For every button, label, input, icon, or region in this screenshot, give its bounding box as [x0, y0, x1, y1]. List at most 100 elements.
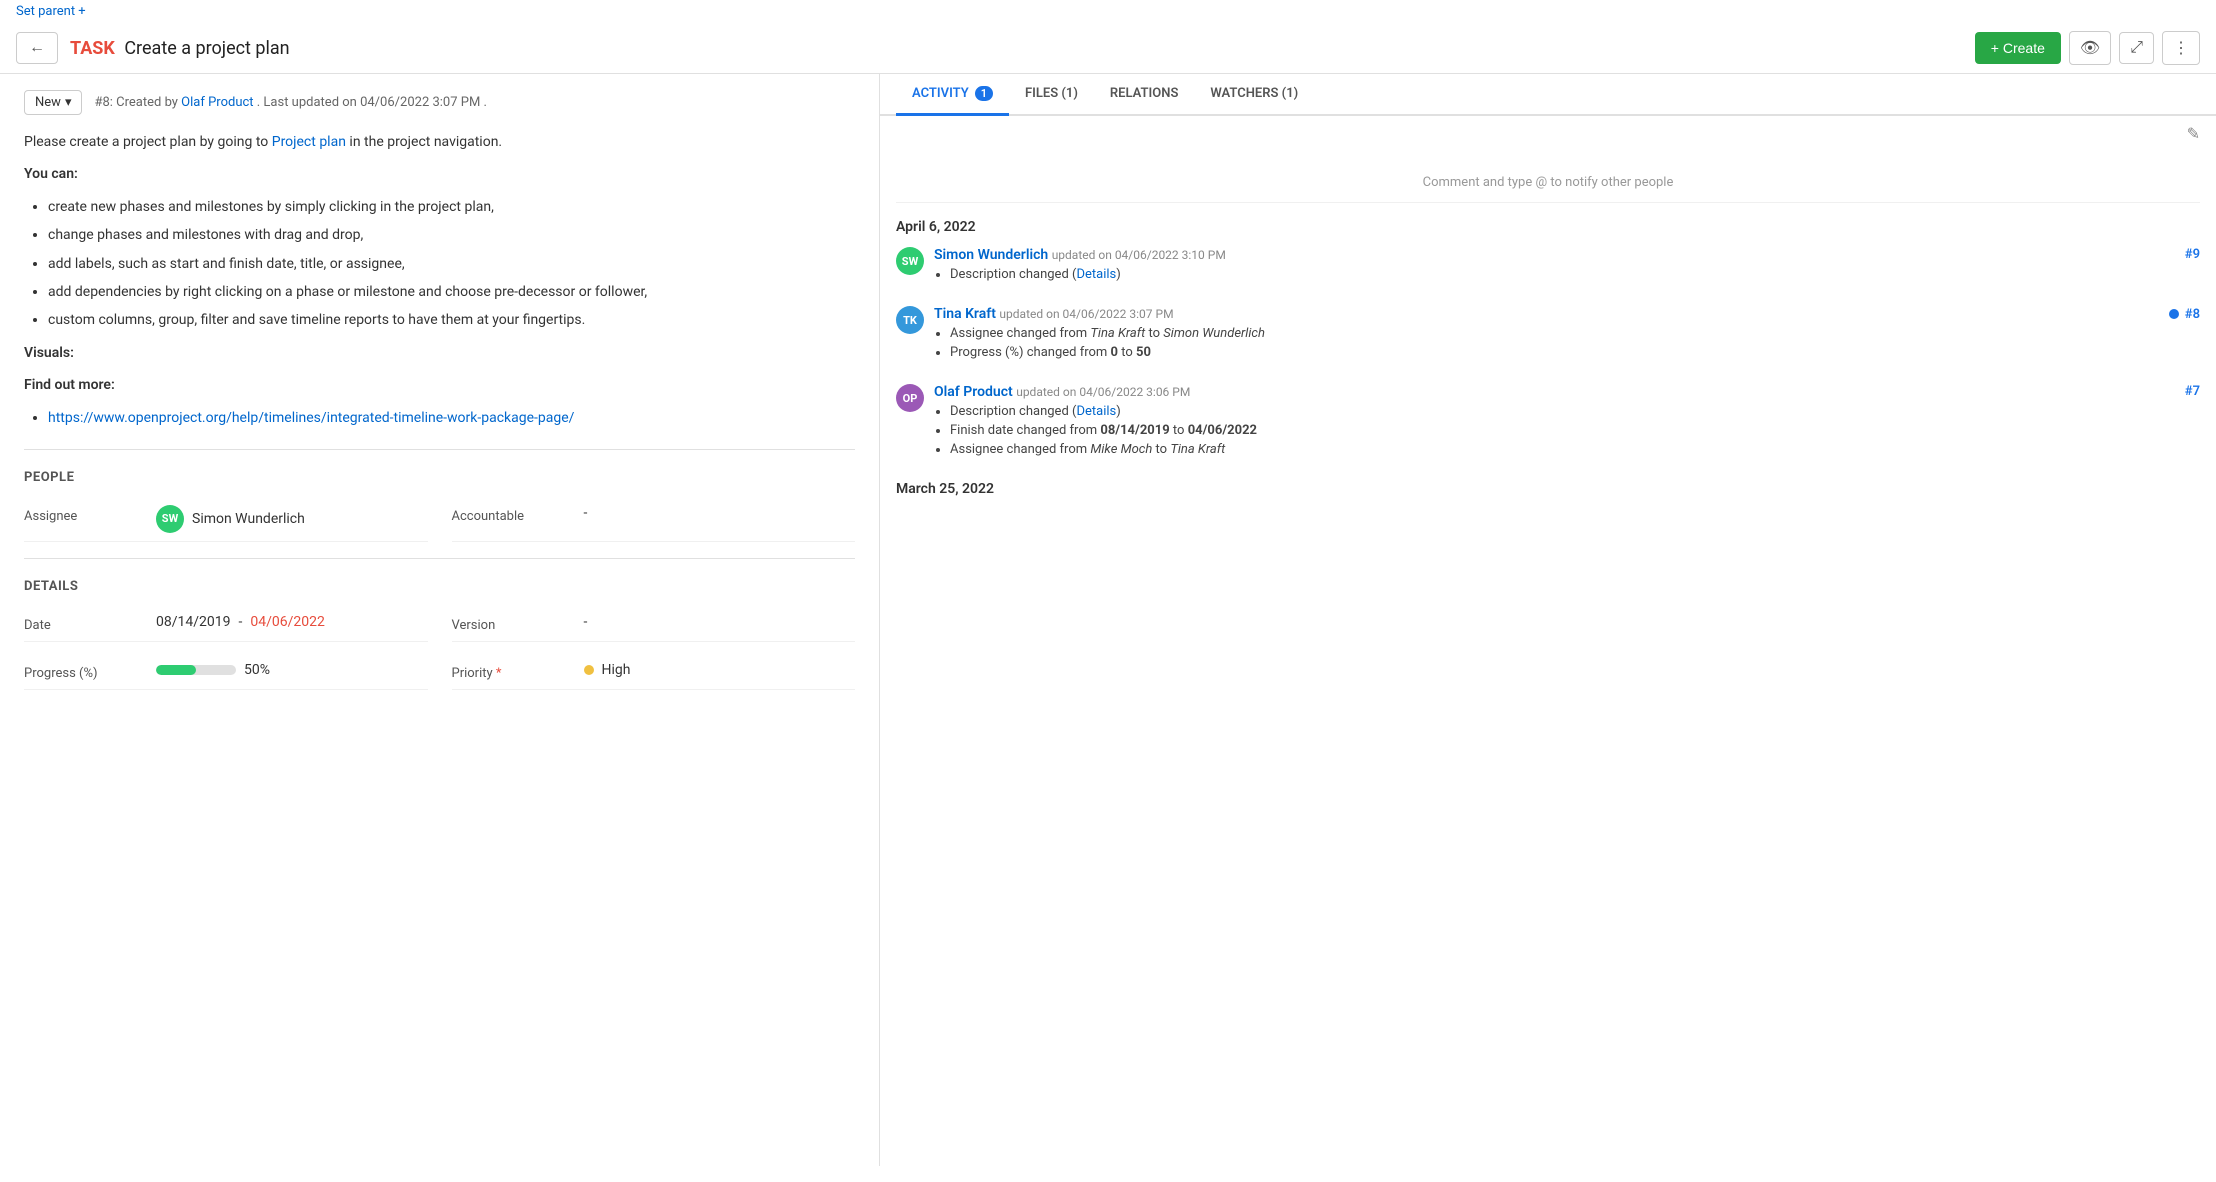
set-parent-anchor[interactable]: Set parent +: [16, 4, 86, 19]
bullet-2: change phases and milestones with drag a…: [48, 224, 855, 246]
progress-label: Progress (%): [24, 662, 144, 681]
meta-text: #8: Created by Olaf Product . Last updat…: [94, 95, 487, 110]
version-value: -: [584, 614, 588, 630]
progress-bar-wrap: 50%: [156, 662, 270, 678]
blue-dot-8: [2169, 309, 2179, 319]
comment-hint: Comment and type @ to notify other peopl…: [896, 163, 2200, 203]
activity-badge: 1: [975, 86, 993, 101]
tab-watchers[interactable]: WATCHERS (1): [1194, 74, 1314, 116]
date-start: 08/14/2019: [156, 614, 231, 630]
expand-button[interactable]: ⤢: [2119, 32, 2154, 64]
activity-header-9: Simon Wunderlich updated on 04/06/2022 3…: [934, 247, 2200, 263]
activity-text-8: Assignee changed from Tina Kraft to Simo…: [934, 326, 2200, 360]
description-intro: Please create a project plan by going to…: [24, 131, 855, 153]
assignee-label: Assignee: [24, 505, 144, 524]
assignee-field: Assignee SW Simon Wunderlich: [24, 497, 428, 542]
tab-watchers-label: WATCHERS (1): [1210, 86, 1298, 101]
back-button[interactable]: ←: [16, 32, 58, 64]
activity-content-7: Olaf Product updated on 04/06/2022 3:06 …: [934, 384, 2200, 461]
date-value: 08/14/2019 - 04/06/2022: [156, 614, 325, 630]
tab-files[interactable]: FILES (1): [1009, 74, 1094, 116]
change-progress-8: Progress (%) changed from 0 to 50: [950, 345, 1151, 360]
meta-prefix: #8: Created by: [94, 95, 181, 110]
activity-item-9: SW Simon Wunderlich updated on 04/06/202…: [896, 247, 2200, 286]
find-out-label: Find out more:: [24, 374, 855, 396]
details-link-9[interactable]: Details: [1076, 267, 1116, 282]
avatar-tina: TK: [896, 306, 924, 334]
progress-bar: [156, 665, 236, 675]
activity-date-group-2: March 25, 2022: [896, 481, 2200, 497]
task-title-group: TASK Create a project plan: [70, 38, 290, 59]
page-title: Create a project plan: [124, 38, 289, 59]
version-field: Version -: [452, 606, 856, 642]
priority-value: High: [584, 662, 631, 678]
change-description-7: Description changed (Details): [950, 404, 1121, 419]
priority-label-text: Priority: [452, 666, 493, 681]
priority-required: *: [496, 666, 502, 681]
expand-icon: ⤢: [2130, 39, 2143, 56]
accountable-label: Accountable: [452, 505, 572, 524]
chevron-down-icon: ▾: [65, 95, 72, 110]
people-section-title: PEOPLE: [24, 470, 855, 485]
create-button[interactable]: + Create: [1975, 32, 2061, 64]
set-parent-link[interactable]: Set parent +: [0, 0, 2216, 23]
priority-field: Priority * High: [452, 654, 856, 690]
tab-activity[interactable]: ACTIVITY 1: [896, 74, 1009, 116]
details-section-title: DETAILS: [24, 579, 855, 594]
description: Please create a project plan by going to…: [24, 131, 855, 429]
activity-content-8: Tina Kraft updated on 04/06/2022 3:07 PM…: [934, 306, 2200, 364]
activity-header-8: Tina Kraft updated on 04/06/2022 3:07 PM…: [934, 306, 2200, 322]
progress-value: 50%: [156, 662, 270, 678]
main-layout: New ▾ #8: Created by Olaf Product . Last…: [0, 74, 2216, 1166]
description-bullets: create new phases and milestones by simp…: [48, 196, 855, 332]
assignee-avatar: SW: [156, 505, 184, 533]
change-assignee-8: Assignee changed from Tina Kraft to Simo…: [950, 326, 1265, 341]
task-label: TASK: [70, 38, 115, 59]
top-bar: ← TASK Create a project plan + Create 👁 …: [0, 23, 2216, 74]
url-link-item: https://www.openproject.org/help/timelin…: [48, 407, 855, 429]
activity-item-7: OP Olaf Product updated on 04/06/2022 3:…: [896, 384, 2200, 461]
activity-panel: Comment and type @ to notify other peopl…: [880, 151, 2216, 521]
activity-number-9: #9: [2185, 247, 2200, 262]
top-bar-left: ← TASK Create a project plan: [16, 32, 290, 64]
progress-display: 50%: [244, 662, 270, 678]
avatar-simon: SW: [896, 247, 924, 275]
status-badge[interactable]: New ▾: [24, 90, 82, 115]
bullet-1: create new phases and milestones by simp…: [48, 196, 855, 218]
left-panel: New ▾ #8: Created by Olaf Product . Last…: [0, 74, 880, 1166]
tab-relations[interactable]: RELATIONS: [1094, 74, 1194, 116]
activity-item-8: TK Tina Kraft updated on 04/06/2022 3:07…: [896, 306, 2200, 364]
activity-header-7: Olaf Product updated on 04/06/2022 3:06 …: [934, 384, 2200, 400]
author-link[interactable]: Olaf Product: [181, 95, 253, 110]
assignee-value: SW Simon Wunderlich: [156, 505, 305, 533]
date-dash: -: [239, 614, 243, 630]
change-assignee-7: Assignee changed from Mike Moch to Tina …: [950, 442, 1225, 457]
date-end: 04/06/2022: [250, 614, 325, 630]
change-description-9: Description changed (Details): [950, 267, 1121, 282]
bullet-4: add dependencies by right clicking on a …: [48, 281, 855, 303]
project-plan-link[interactable]: Project plan: [272, 134, 346, 150]
priority-text: High: [602, 662, 631, 678]
top-bar-right: + Create 👁 ⤢ ⋮: [1975, 31, 2200, 65]
activity-number-8-wrap: #8: [2169, 306, 2200, 322]
timeline-link[interactable]: https://www.openproject.org/help/timelin…: [48, 410, 574, 426]
more-button[interactable]: ⋮: [2162, 31, 2200, 65]
priority-label: Priority *: [452, 662, 572, 681]
change-finish-7: Finish date changed from 08/14/2019 to 0…: [950, 423, 1257, 438]
edit-icon[interactable]: ✎: [2187, 124, 2200, 143]
avatar-olaf: OP: [896, 384, 924, 412]
activity-text-9: Description changed (Details): [934, 267, 2200, 282]
details-link-7[interactable]: Details: [1076, 404, 1116, 419]
activity-user-olaf: Olaf Product: [934, 384, 1013, 400]
accountable-field: Accountable -: [452, 497, 856, 542]
status-row: New ▾ #8: Created by Olaf Product . Last…: [24, 90, 855, 115]
more-icon: ⋮: [2173, 40, 2189, 57]
activity-content-9: Simon Wunderlich updated on 04/06/2022 3…: [934, 247, 2200, 286]
tab-activity-label: ACTIVITY: [912, 86, 969, 101]
activity-user-simon: Simon Wunderlich: [934, 247, 1048, 263]
date-label: Date: [24, 614, 144, 633]
date-field: Date 08/14/2019 - 04/06/2022: [24, 606, 428, 642]
watch-button[interactable]: 👁: [2069, 31, 2111, 65]
tab-files-label: FILES (1): [1025, 86, 1078, 101]
visuals-label: Visuals:: [24, 342, 855, 364]
